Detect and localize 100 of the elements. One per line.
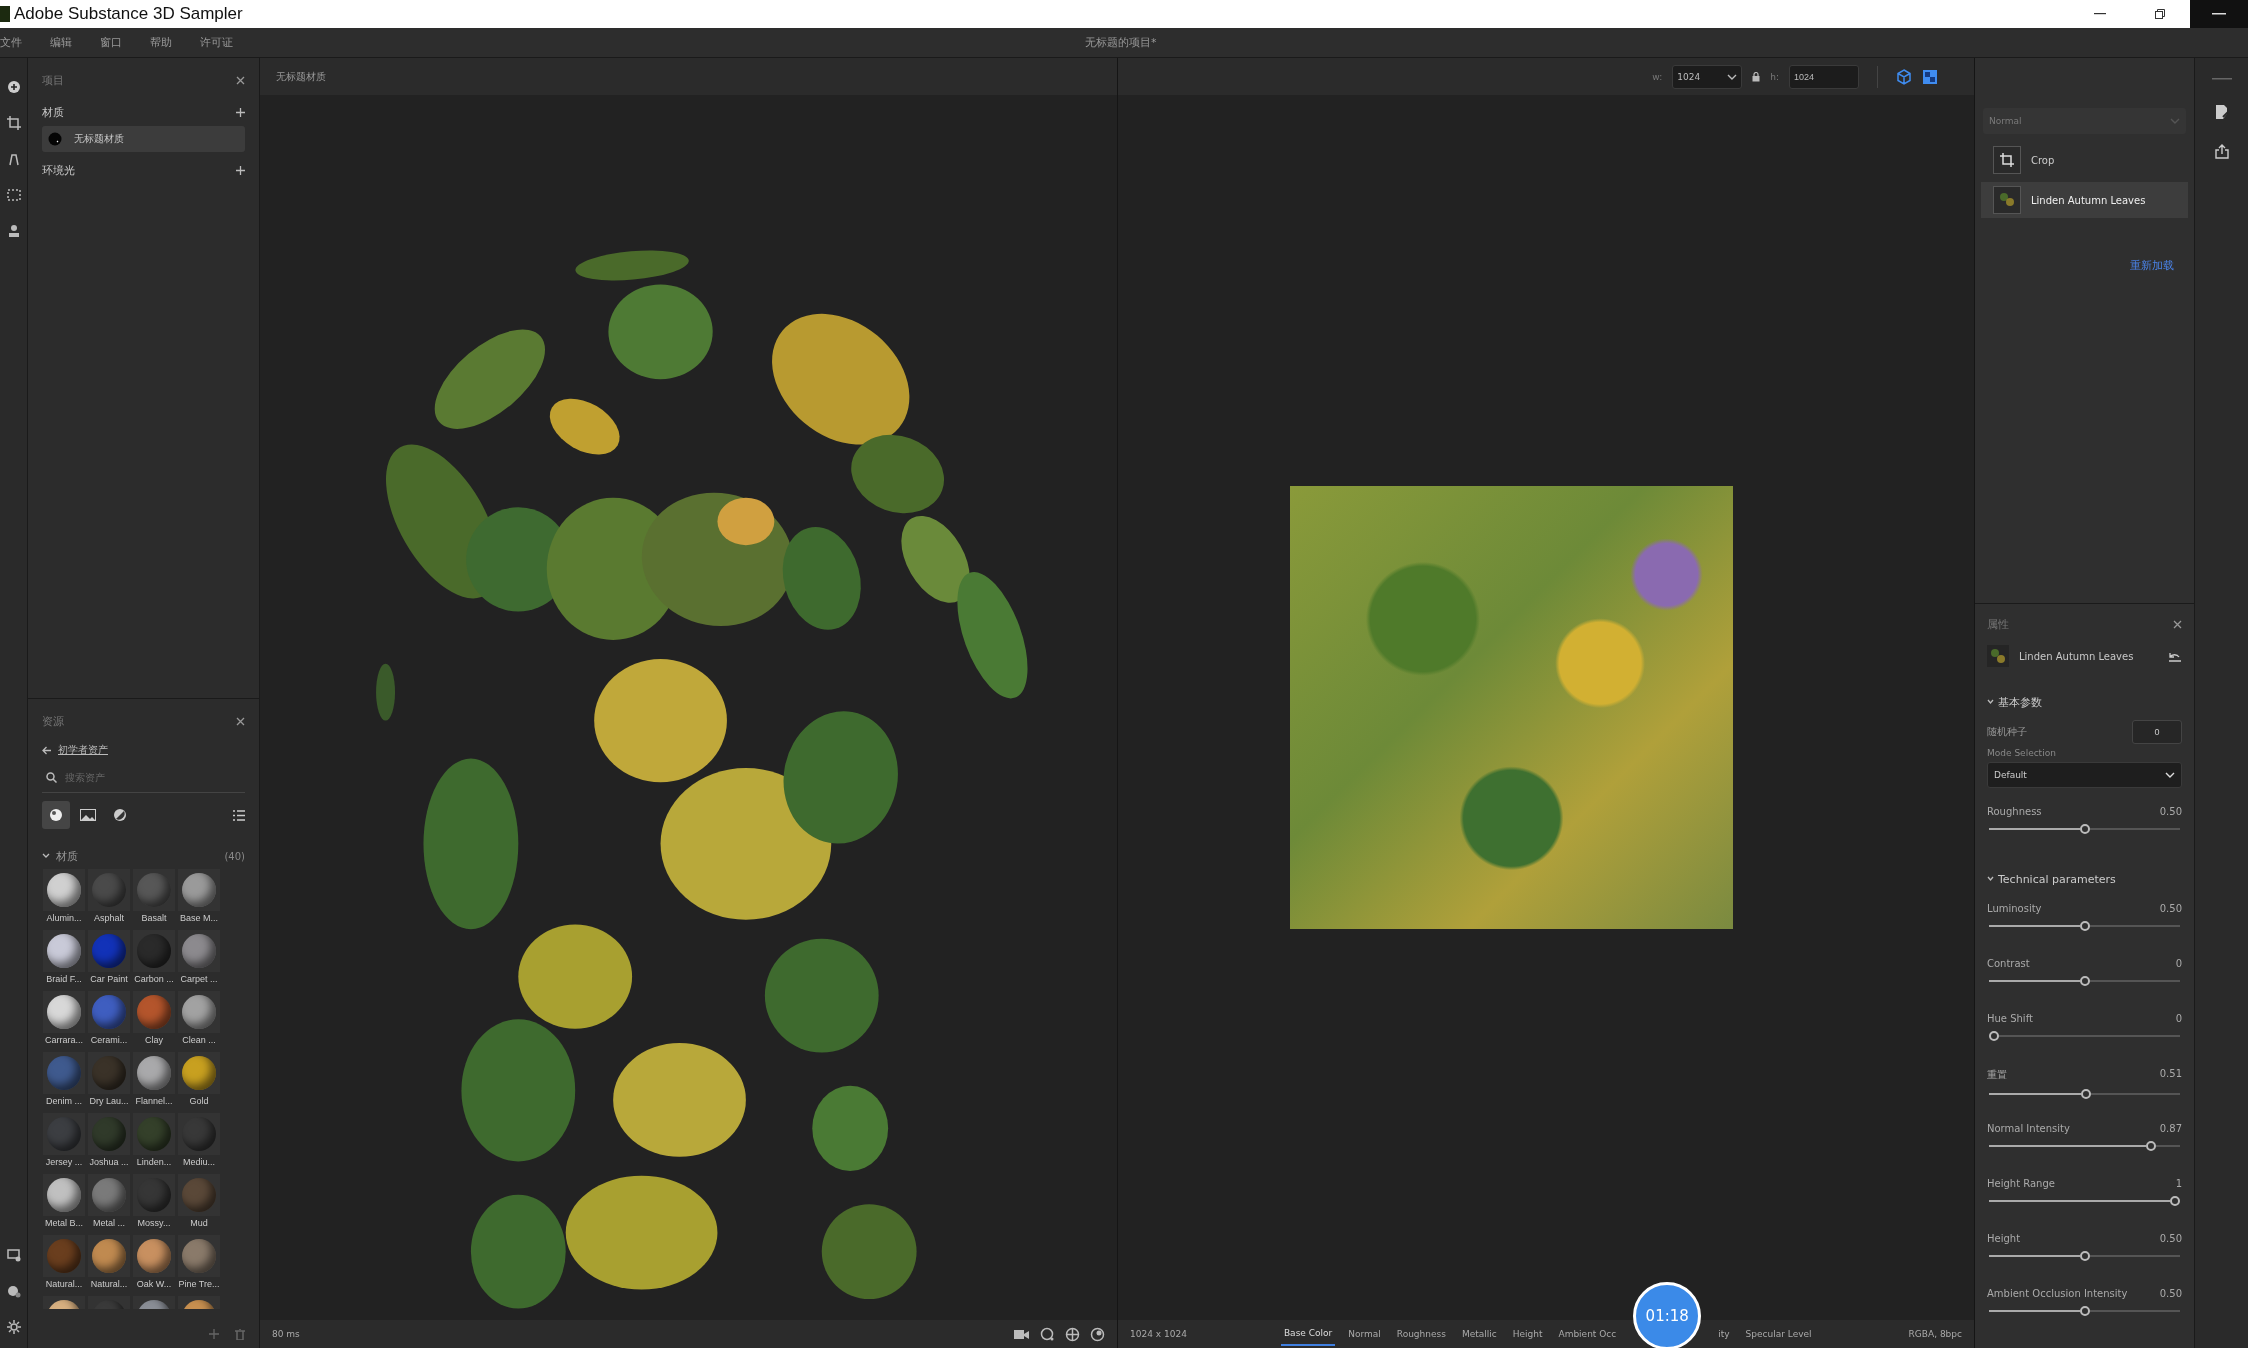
list-icon[interactable] — [233, 809, 245, 821]
material-name: Base M... — [180, 913, 218, 923]
menu-item[interactable]: 窗口 — [86, 35, 136, 50]
sphere-icon[interactable] — [1090, 1326, 1105, 1342]
slider-track[interactable] — [1989, 1305, 2180, 1317]
material-name: Mud — [190, 1218, 208, 1228]
slider-track[interactable] — [1989, 1250, 2180, 1262]
number-field[interactable]: 0 — [2132, 720, 2182, 744]
slider-thumb[interactable] — [2079, 1251, 2090, 1261]
slider-thumb[interactable] — [2146, 1141, 2157, 1151]
lock-icon[interactable] — [1752, 71, 1761, 82]
settings-icon[interactable] — [6, 1320, 21, 1334]
material-name: Car Paint — [90, 974, 128, 984]
breadcrumb-link[interactable]: 初学者资产 — [58, 743, 108, 757]
recording-timer: 01:18 — [1633, 1282, 1702, 1348]
slider-track[interactable] — [1989, 823, 2180, 835]
chevron-down-icon — [2165, 772, 2175, 778]
slider-track[interactable] — [1989, 975, 2180, 987]
restore-icon[interactable] — [2155, 9, 2165, 19]
channel-tab[interactable]: Ambient Occ — [1555, 1323, 1620, 1345]
material-name: Natural... — [45, 1279, 83, 1289]
grid-view-icon[interactable] — [1922, 68, 1938, 85]
menu-item[interactable]: 编辑 — [36, 35, 86, 50]
material-item[interactable]: 无标题材质 — [42, 126, 245, 152]
document-edit-icon[interactable] — [2214, 104, 2229, 120]
chevron-down-icon[interactable] — [42, 853, 50, 859]
slider-track[interactable] — [1989, 1088, 2180, 1100]
slider-track[interactable] — [1989, 1030, 2180, 1042]
stamp-icon[interactable] — [6, 224, 21, 238]
app-logo — [0, 6, 10, 22]
material-name: Cerami... — [90, 1035, 128, 1045]
mode-dropdown[interactable]: Default — [1987, 762, 2182, 788]
material-name: Joshua ... — [89, 1157, 129, 1167]
section-header[interactable]: Technical parameters — [1987, 865, 2182, 893]
resolution-text: 1024 x 1024 — [1130, 1329, 1187, 1339]
cube-icon[interactable] — [1896, 68, 1912, 85]
param-value: 0 — [2175, 958, 2182, 969]
material-name: Alumin... — [46, 913, 82, 923]
slider-track[interactable] — [1989, 1140, 2180, 1152]
slider-track[interactable] — [1989, 920, 2180, 932]
layer-item[interactable]: Crop — [1981, 142, 2188, 178]
source-name: Linden Autumn Leaves — [2019, 650, 2135, 662]
monitor-icon[interactable] — [6, 1248, 21, 1262]
reload-link[interactable]: 重新加载 — [2130, 258, 2174, 273]
material-name: Pine Tre... — [178, 1279, 220, 1289]
width-dropdown[interactable]: 1024 — [1672, 64, 1743, 89]
material-name: Carpet ... — [180, 974, 218, 984]
slider-thumb[interactable] — [2170, 1196, 2180, 1206]
back-arrow-icon[interactable] — [42, 745, 52, 755]
filter-button[interactable] — [42, 801, 70, 829]
param-label: Hue Shift — [1987, 1013, 2033, 1024]
param-value: 1 — [2175, 1178, 2182, 1189]
material-name: Dry Lau... — [89, 1096, 129, 1106]
param-value: 0 — [2175, 1013, 2182, 1024]
channel-tab[interactable]: Roughness — [1393, 1323, 1449, 1345]
crosshair-icon[interactable] — [1065, 1326, 1080, 1342]
layer-item[interactable]: Linden Autumn Leaves — [1981, 182, 2188, 218]
channel-tab[interactable]: Specular Level — [1742, 1323, 1815, 1345]
menu-item[interactable]: 帮助 — [136, 35, 186, 50]
rotate-icon[interactable] — [1040, 1326, 1055, 1342]
menu-item[interactable]: 文件 — [0, 35, 36, 50]
material-name: Jersey ... — [45, 1157, 83, 1167]
frame-time: 80 ms — [272, 1329, 300, 1339]
channel-tab[interactable]: Height — [1509, 1323, 1546, 1345]
minimize-icon[interactable] — [2094, 13, 2106, 15]
selection-icon[interactable] — [6, 188, 21, 202]
channel-tab[interactable]: Base Color — [1280, 1322, 1336, 1346]
param-value: 0.51 — [2159, 1068, 2182, 1081]
slider-thumb[interactable] — [1989, 1031, 1999, 1041]
reset-button[interactable] — [2168, 650, 2182, 662]
section-header[interactable]: 基本参数 — [1987, 688, 2182, 716]
menu-item[interactable]: 许可证 — [186, 35, 247, 50]
format-text: RGBA, 8bpc — [1908, 1329, 1962, 1339]
height-field[interactable]: 1024 — [1789, 64, 1859, 89]
material-name: Mediu... — [183, 1157, 215, 1167]
material-name: Basalt — [141, 913, 167, 923]
export-icon[interactable] — [2214, 144, 2229, 159]
param-label: Ambient Occlusion Intensity — [1987, 1288, 2128, 1299]
chevron-down-icon — [1727, 73, 1738, 80]
add-icon[interactable] — [6, 80, 21, 94]
slider-thumb[interactable] — [2079, 976, 2090, 986]
chevron-down-icon — [1987, 876, 1994, 882]
slider-thumb[interactable] — [2079, 921, 2090, 931]
crop-icon[interactable] — [6, 116, 21, 130]
video-camera-icon[interactable] — [1014, 1328, 1030, 1340]
slider-thumb[interactable] — [2081, 1089, 2092, 1099]
slider-track[interactable] — [1989, 1195, 2180, 1207]
panel-title: 项目 — [42, 72, 64, 88]
material-name: Natural... — [90, 1279, 128, 1289]
crop-icon[interactable] — [2000, 153, 2014, 167]
material-name: Oak W... — [136, 1279, 172, 1289]
material-name: Mossy... — [137, 1218, 171, 1228]
slider-thumb[interactable] — [2079, 824, 2090, 834]
channel-tab[interactable]: Metallic — [1458, 1323, 1500, 1345]
param-value: 0.50 — [2159, 1233, 2182, 1244]
material-name: Gold — [189, 1096, 209, 1106]
channel-tab[interactable]: Normal — [1345, 1323, 1384, 1345]
param-label: 随机种子 — [1987, 725, 2027, 739]
channel-tab[interactable]: ity — [1715, 1323, 1733, 1345]
slider-thumb[interactable] — [2079, 1306, 2090, 1316]
